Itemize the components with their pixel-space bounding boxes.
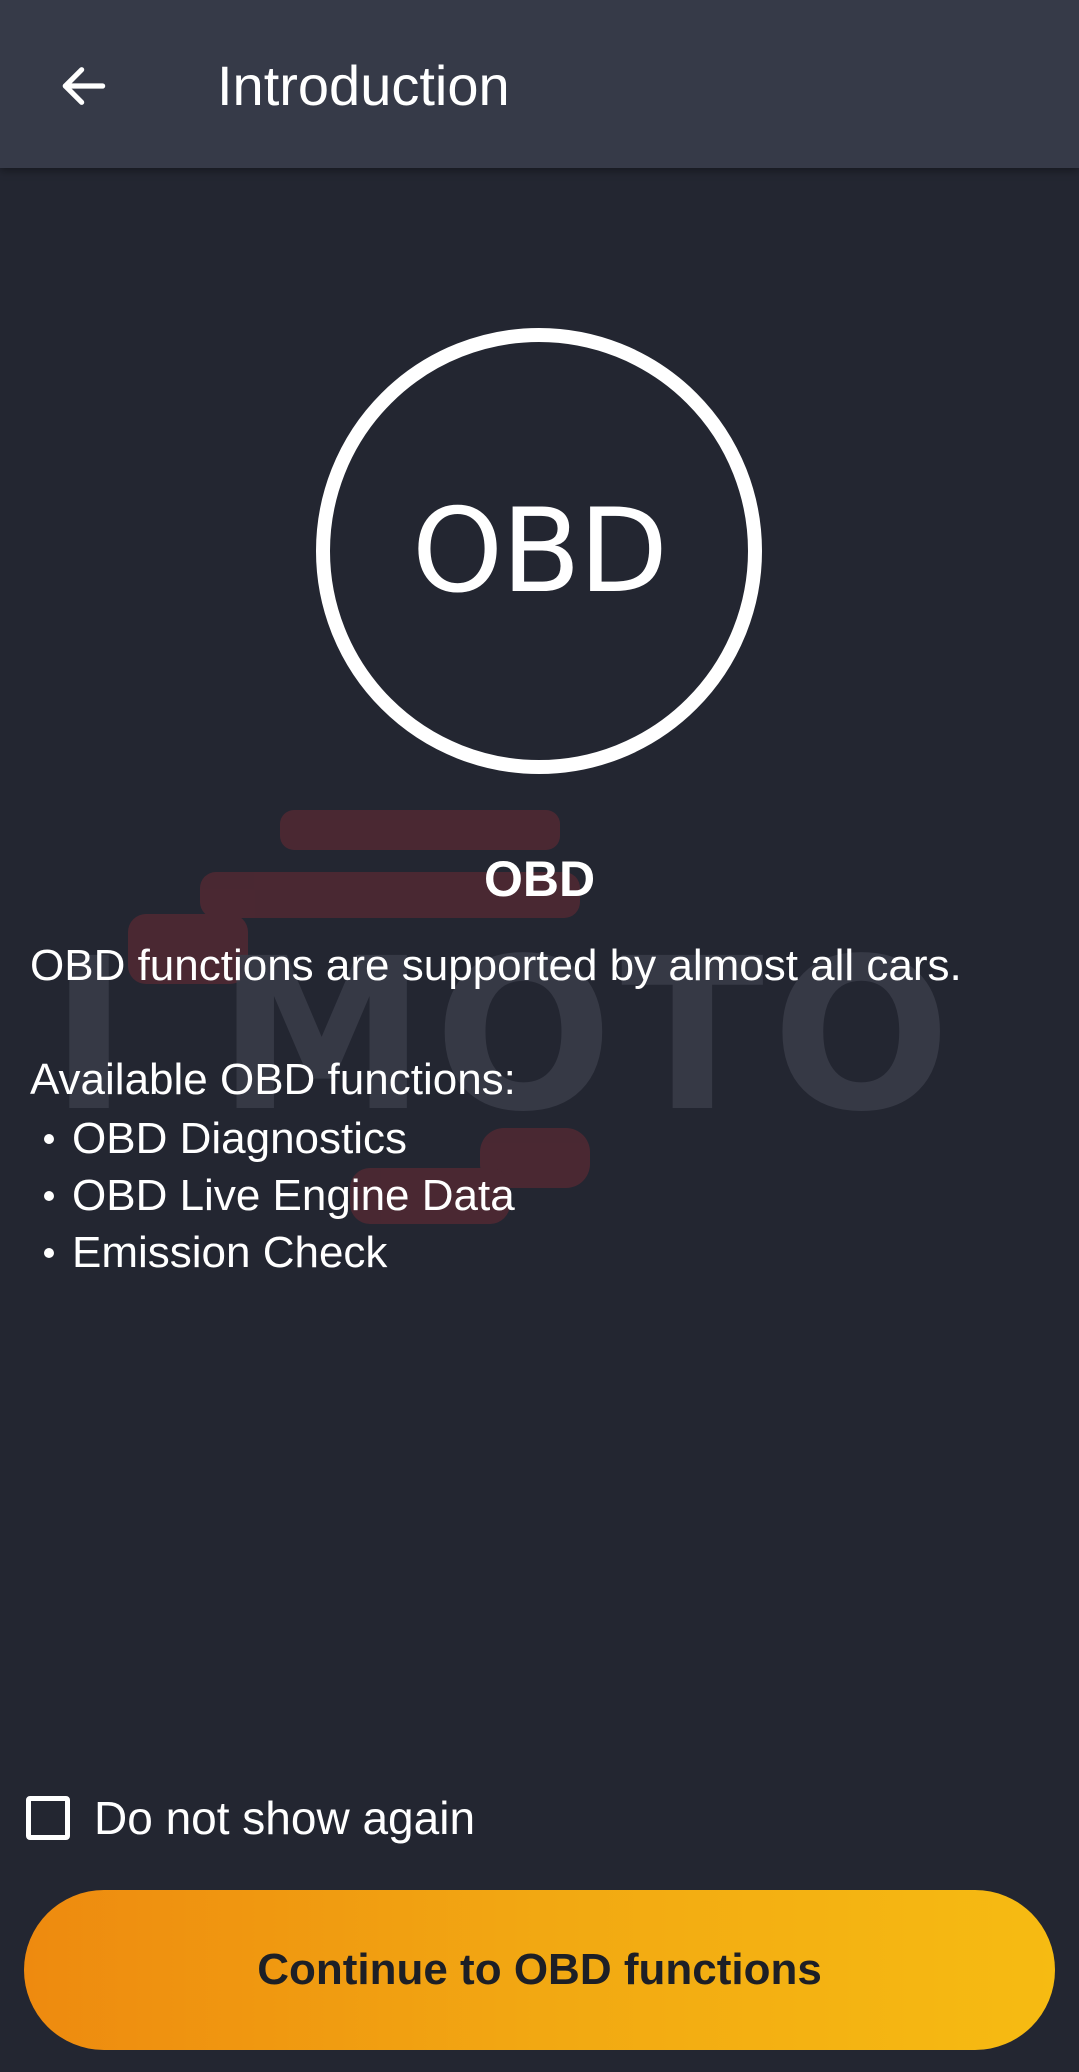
functions-list: OBD Diagnostics OBD Live Engine Data Emi… [38,1110,515,1281]
bullet-icon [44,1190,54,1201]
arrow-left-icon [62,67,106,105]
bullet-icon [44,1133,54,1144]
do-not-show-again-toggle[interactable]: Do not show again [26,1790,475,1846]
page-title: Introduction [217,54,510,117]
list-item: OBD Diagnostics [38,1110,515,1167]
continue-button-label: Continue to OBD functions [257,1945,822,1994]
do-not-show-again-checkbox[interactable] [26,1796,70,1840]
content-area: I MOTO LTD OBD OBD OBD functions are sup… [0,168,1079,2072]
obd-logo: OBD [316,328,762,774]
function-label: OBD Live Engine Data [72,1171,515,1220]
obd-logo-text: OBD [411,483,668,619]
app-bar: Introduction [0,0,1079,168]
function-label: OBD Diagnostics [72,1114,408,1163]
bullet-icon [44,1247,54,1258]
function-label: Emission Check [72,1228,388,1277]
do-not-show-again-label: Do not show again [94,1792,476,1844]
section-title: OBD [483,851,596,907]
list-item: OBD Live Engine Data [38,1167,515,1224]
list-item: Emission Check [38,1224,515,1281]
description-text: OBD functions are supported by almost al… [30,941,962,990]
functions-heading: Available OBD functions: [30,1055,516,1104]
back-button[interactable] [44,46,124,126]
continue-button[interactable]: Continue to OBD functions [24,1890,1055,2050]
